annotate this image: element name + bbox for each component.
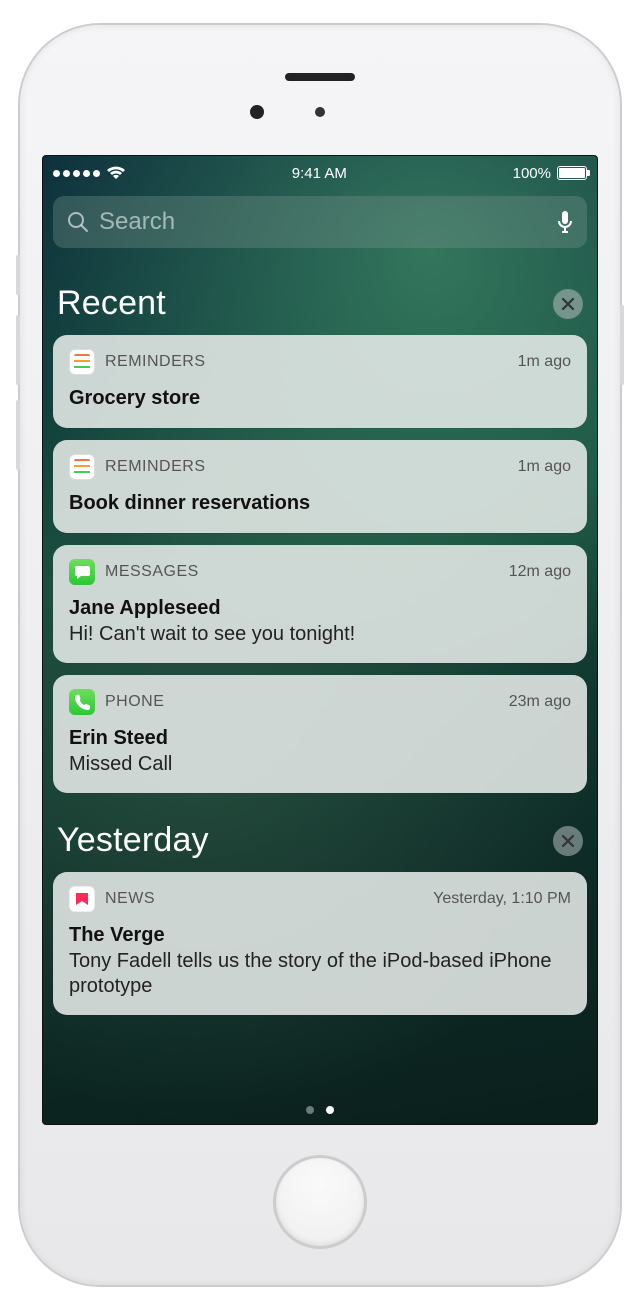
news-app-icon bbox=[69, 886, 95, 912]
clear-section-button[interactable] bbox=[553, 826, 583, 856]
speaker-grill bbox=[285, 73, 355, 81]
notification-card[interactable]: MESSAGES 12m ago Jane Appleseed Hi! Can'… bbox=[53, 545, 587, 663]
front-camera bbox=[250, 105, 264, 119]
battery-icon bbox=[557, 166, 587, 180]
notification-time: 12m ago bbox=[509, 563, 571, 581]
close-icon bbox=[561, 297, 575, 311]
signal-strength-icon bbox=[53, 170, 100, 177]
notification-card[interactable]: PHONE 23m ago Erin Steed Missed Call bbox=[53, 675, 587, 793]
status-bar: 9:41 AM 100% bbox=[43, 156, 597, 190]
notification-title: Erin Steed bbox=[69, 727, 571, 750]
status-time: 9:41 AM bbox=[292, 165, 347, 182]
reminders-app-icon bbox=[69, 454, 95, 480]
phone-app-icon bbox=[69, 689, 95, 715]
app-name-label: MESSAGES bbox=[105, 563, 199, 581]
notification-time: Yesterday, 1:10 PM bbox=[433, 890, 571, 908]
notification-title: The Verge bbox=[69, 924, 571, 947]
messages-app-icon bbox=[69, 559, 95, 585]
app-name-label: REMINDERS bbox=[105, 458, 206, 476]
notification-card[interactable]: NEWS Yesterday, 1:10 PM The Verge Tony F… bbox=[53, 872, 587, 1015]
clear-section-button[interactable] bbox=[553, 289, 583, 319]
notification-card[interactable]: REMINDERS 1m ago Grocery store bbox=[53, 335, 587, 428]
close-icon bbox=[561, 834, 575, 848]
app-name-label: REMINDERS bbox=[105, 353, 206, 371]
section-header-yesterday: Yesterday bbox=[53, 805, 587, 872]
section-header-recent: Recent bbox=[53, 268, 587, 335]
app-name-label: PHONE bbox=[105, 693, 164, 711]
notification-title: Book dinner reservations bbox=[69, 492, 571, 515]
volume-down-button[interactable] bbox=[16, 400, 20, 470]
page-indicator[interactable] bbox=[43, 1106, 597, 1114]
phone-frame: 9:41 AM 100% bbox=[20, 25, 620, 1285]
search-bar[interactable] bbox=[53, 196, 587, 248]
wifi-icon bbox=[106, 166, 126, 180]
notifications-scroll[interactable]: Recent REMINDERS 1m ago bbox=[43, 258, 597, 1024]
app-name-label: NEWS bbox=[105, 890, 155, 908]
section-title: Recent bbox=[57, 284, 166, 323]
notification-time: 1m ago bbox=[518, 353, 571, 371]
notification-body: Tony Fadell tells us the story of the iP… bbox=[69, 949, 571, 999]
microphone-icon[interactable] bbox=[557, 210, 573, 234]
section-title: Yesterday bbox=[57, 821, 209, 860]
notification-time: 1m ago bbox=[518, 458, 571, 476]
notification-title: Jane Appleseed bbox=[69, 597, 571, 620]
reminders-app-icon bbox=[69, 349, 95, 375]
power-button[interactable] bbox=[620, 305, 624, 385]
notification-body: Hi! Can't wait to see you tonight! bbox=[69, 622, 571, 647]
search-icon bbox=[67, 211, 89, 233]
notification-card[interactable]: REMINDERS 1m ago Book dinner reservation… bbox=[53, 440, 587, 533]
battery-percent: 100% bbox=[513, 165, 551, 182]
home-button[interactable] bbox=[273, 1155, 367, 1249]
volume-up-button[interactable] bbox=[16, 315, 20, 385]
search-input[interactable] bbox=[99, 208, 547, 236]
notification-body: Missed Call bbox=[69, 752, 571, 777]
proximity-sensor bbox=[315, 107, 325, 117]
notification-time: 23m ago bbox=[509, 693, 571, 711]
pager-dot-active bbox=[326, 1106, 334, 1114]
screen: 9:41 AM 100% bbox=[42, 155, 598, 1125]
mute-switch[interactable] bbox=[16, 255, 20, 295]
notification-title: Grocery store bbox=[69, 387, 571, 410]
pager-dot bbox=[306, 1106, 314, 1114]
